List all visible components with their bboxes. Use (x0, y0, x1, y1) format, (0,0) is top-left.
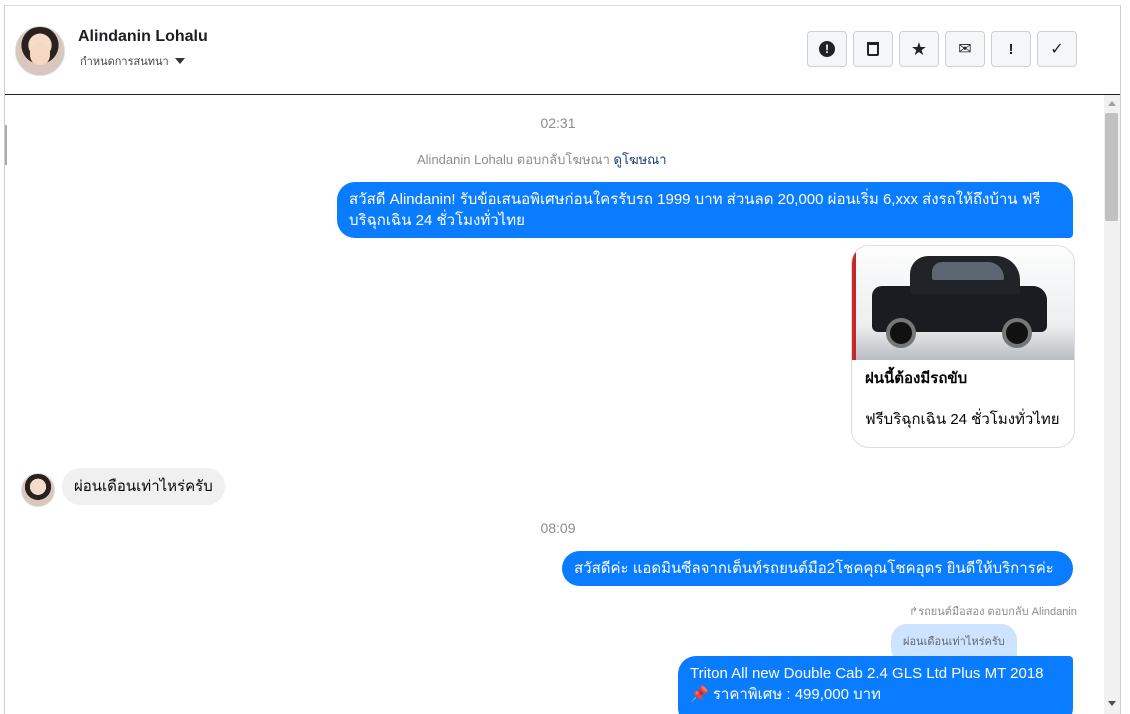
timestamp: 02:31 (540, 115, 576, 131)
ad-reply-text: Alindanin Lohalu ตอบกลับโฆษณา (417, 152, 610, 167)
message-line: Triton All new Double Cab 2.4 GLS Ltd Pl… (690, 665, 1044, 682)
sender-avatar (21, 473, 55, 507)
scroll-up-icon[interactable] (1108, 101, 1116, 106)
ad-card[interactable]: ฝนนี้ต้องมีรถขับ ฟรีบริฉุกเฉิน 24 ชั่วโม… (851, 245, 1075, 448)
messenger-window: Alindanin Lohalu กำหนดการสนทนา ! ★ ✉ ! ✓… (4, 5, 1121, 714)
check-icon: ✓ (1050, 41, 1064, 58)
outgoing-message[interactable]: สวัสดีค่ะ แอดมินซีลจากเต็นท์รถยนต์มือ2โช… (562, 551, 1073, 586)
done-button[interactable]: ✓ (1037, 31, 1077, 67)
outgoing-message[interactable]: Triton All new Double Cab 2.4 GLS Ltd Pl… (678, 656, 1073, 714)
delete-button[interactable] (853, 31, 893, 67)
spam-button[interactable]: ! (807, 31, 847, 67)
scroll-down-icon[interactable] (1108, 701, 1116, 706)
caret-down-icon (174, 58, 185, 64)
ad-card-subtitle: ฟรีบริฉุกเฉิน 24 ชั่วโมงทั่วไทย (865, 411, 1060, 428)
reply-arrow-icon: ↱ (909, 606, 919, 618)
view-ad-link[interactable]: ดูโฆษณา (614, 152, 667, 167)
star-icon: ★ (910, 38, 928, 59)
alert-circle-icon: ! (819, 41, 835, 57)
truck-image (852, 246, 1074, 360)
contact-name[interactable]: Alindanin Lohalu (78, 28, 208, 46)
trash-icon (867, 42, 879, 56)
timestamp: 08:09 (540, 520, 576, 536)
conversation-settings-label: กำหนดการสนทนา (80, 56, 169, 68)
reply-to-text: รถยนต์มือสอง ตอบกลับ Alindanin (918, 606, 1077, 618)
star-button[interactable]: ★ (899, 31, 939, 67)
mark-unread-button[interactable]: ✉ (945, 31, 985, 67)
thread-scrollbar[interactable] (1104, 95, 1120, 714)
ad-reply-notice: Alindanin Lohalu ตอบกลับโฆษณา ดูโฆษณา (417, 149, 667, 170)
conversation-settings-dropdown[interactable]: กำหนดการสนทนา (80, 52, 185, 70)
ad-card-title: ฝนนี้ต้องมีรถขับ (865, 370, 968, 387)
header-actions: ! ★ ✉ ! ✓ (807, 31, 1077, 67)
message-line: 📌 ราคาพิเศษ : 499,000 บาท (690, 686, 881, 703)
contact-avatar[interactable] (15, 26, 65, 76)
exclamation-icon: ! (1008, 40, 1014, 58)
outgoing-message[interactable]: สวัสดี Alindanin! รับข้อเสนอพิเศษก่อนใคร… (337, 182, 1073, 238)
scroll-thumb[interactable] (1105, 113, 1118, 221)
edge-marker (5, 125, 7, 165)
envelope-icon: ✉ (958, 41, 972, 58)
incoming-message[interactable]: ผ่อนเดือนเท่าไหร่ครับ (62, 468, 225, 505)
important-button[interactable]: ! (991, 31, 1031, 67)
conversation-header: Alindanin Lohalu กำหนดการสนทนา ! ★ ✉ ! ✓ (5, 6, 1120, 95)
message-thread: 02:31 Alindanin Lohalu ตอบกลับโฆษณา ดูโฆ… (5, 95, 1104, 714)
reply-to-label: ↱รถยนต์มือสอง ตอบกลับ Alindanin (909, 602, 1077, 620)
